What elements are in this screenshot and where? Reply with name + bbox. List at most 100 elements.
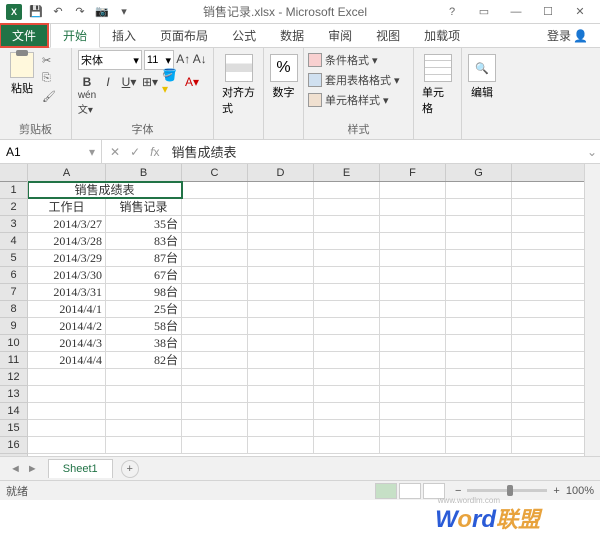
cell[interactable]: 83台 — [106, 233, 182, 249]
cell[interactable] — [446, 301, 512, 317]
font-color-icon[interactable]: A▾ — [183, 73, 201, 91]
col-header[interactable]: D — [248, 164, 314, 181]
cell[interactable] — [314, 420, 380, 436]
increase-font-icon[interactable]: A↑ — [176, 50, 190, 68]
row-header[interactable]: 7 — [0, 284, 27, 301]
zoom-out-icon[interactable]: − — [455, 485, 461, 497]
cell[interactable] — [380, 386, 446, 402]
cell[interactable] — [314, 284, 380, 300]
cell[interactable] — [314, 182, 380, 198]
bold-button[interactable]: B — [78, 73, 96, 91]
underline-button[interactable]: U▾ — [120, 73, 138, 91]
cell[interactable] — [446, 267, 512, 283]
cancel-formula-icon[interactable]: ✕ — [110, 145, 120, 159]
cell[interactable]: 2014/3/28 — [28, 233, 106, 249]
cell[interactable] — [380, 369, 446, 385]
tab-file[interactable]: 文件 — [0, 24, 48, 47]
cell[interactable]: 98台 — [106, 284, 182, 300]
cell[interactable] — [248, 420, 314, 436]
cell[interactable]: 2014/4/1 — [28, 301, 106, 317]
undo-icon[interactable]: ↶ — [48, 2, 68, 22]
row-header[interactable]: 11 — [0, 352, 27, 369]
cell[interactable] — [380, 301, 446, 317]
qat-dropdown-icon[interactable]: ▾ — [114, 2, 134, 22]
zoom-slider[interactable] — [467, 489, 547, 492]
excel-app-icon[interactable]: X — [4, 2, 24, 22]
cell[interactable] — [314, 437, 380, 453]
col-header[interactable]: B — [106, 164, 182, 181]
camera-icon[interactable]: 📷 — [92, 2, 112, 22]
cell[interactable] — [314, 216, 380, 232]
tab-layout[interactable]: 页面布局 — [148, 24, 220, 47]
enter-formula-icon[interactable]: ✓ — [130, 145, 140, 159]
page-break-view-icon[interactable] — [423, 483, 445, 499]
close-icon[interactable]: ✕ — [568, 2, 592, 22]
cell[interactable] — [446, 216, 512, 232]
cell[interactable] — [248, 437, 314, 453]
cell[interactable] — [248, 216, 314, 232]
cell[interactable] — [28, 437, 106, 453]
cell[interactable] — [380, 437, 446, 453]
header-cell[interactable]: 销售记录 — [106, 199, 182, 215]
cell[interactable] — [248, 403, 314, 419]
cells-button[interactable]: 单元格 — [420, 50, 455, 120]
cell[interactable] — [380, 199, 446, 215]
save-icon[interactable]: 💾 — [26, 2, 46, 22]
cell[interactable] — [248, 318, 314, 334]
cell[interactable] — [380, 420, 446, 436]
row-header[interactable]: 16 — [0, 437, 27, 454]
help-icon[interactable]: ? — [440, 2, 464, 22]
expand-formula-icon[interactable]: ⌄ — [584, 145, 600, 159]
cell[interactable]: 2014/3/30 — [28, 267, 106, 283]
row-header[interactable]: 3 — [0, 216, 27, 233]
cell[interactable] — [182, 250, 248, 266]
formula-input[interactable]: 销售成绩表 — [167, 142, 584, 161]
cell[interactable] — [182, 420, 248, 436]
cell[interactable] — [380, 284, 446, 300]
cell[interactable] — [182, 199, 248, 215]
cell[interactable] — [314, 250, 380, 266]
cell[interactable] — [314, 386, 380, 402]
number-button[interactable]: % 数字 — [270, 50, 297, 104]
cell[interactable] — [182, 284, 248, 300]
table-format-button[interactable]: 套用表格格式▾ — [308, 70, 409, 90]
col-header[interactable]: C — [182, 164, 248, 181]
zoom-in-icon[interactable]: + — [553, 485, 559, 497]
cell[interactable] — [182, 403, 248, 419]
cell[interactable] — [182, 182, 248, 198]
sheet-tab-1[interactable]: Sheet1 — [48, 459, 113, 478]
header-cell[interactable]: 工作日 — [28, 199, 106, 215]
cell[interactable] — [248, 250, 314, 266]
cell[interactable] — [106, 437, 182, 453]
cell[interactable] — [380, 250, 446, 266]
cell[interactable] — [380, 182, 446, 198]
phonetic-icon[interactable]: wén文▾ — [78, 94, 96, 112]
row-header[interactable]: 1 — [0, 182, 27, 199]
cell[interactable] — [314, 301, 380, 317]
row-header[interactable]: 9 — [0, 318, 27, 335]
cell[interactable] — [380, 335, 446, 351]
cell[interactable] — [314, 233, 380, 249]
decrease-font-icon[interactable]: A↓ — [193, 50, 207, 68]
cell[interactable] — [446, 352, 512, 368]
cell[interactable] — [248, 199, 314, 215]
row-header[interactable]: 13 — [0, 386, 27, 403]
cell[interactable]: 82台 — [106, 352, 182, 368]
cell[interactable] — [446, 199, 512, 215]
cell[interactable] — [248, 233, 314, 249]
cell[interactable] — [446, 403, 512, 419]
cell[interactable] — [314, 352, 380, 368]
vertical-scrollbar[interactable] — [584, 164, 600, 456]
cell[interactable]: 2014/3/27 — [28, 216, 106, 232]
row-header[interactable]: 2 — [0, 199, 27, 216]
cell[interactable] — [314, 199, 380, 215]
cell[interactable] — [248, 369, 314, 385]
format-painter-icon[interactable]: 🖌 — [42, 88, 60, 104]
cell[interactable] — [380, 233, 446, 249]
cell[interactable] — [182, 369, 248, 385]
cell[interactable] — [28, 369, 106, 385]
cell[interactable] — [314, 318, 380, 334]
cut-icon[interactable]: ✂ — [42, 52, 60, 68]
font-size-select[interactable]: 11▾ — [144, 50, 174, 70]
normal-view-icon[interactable] — [375, 483, 397, 499]
